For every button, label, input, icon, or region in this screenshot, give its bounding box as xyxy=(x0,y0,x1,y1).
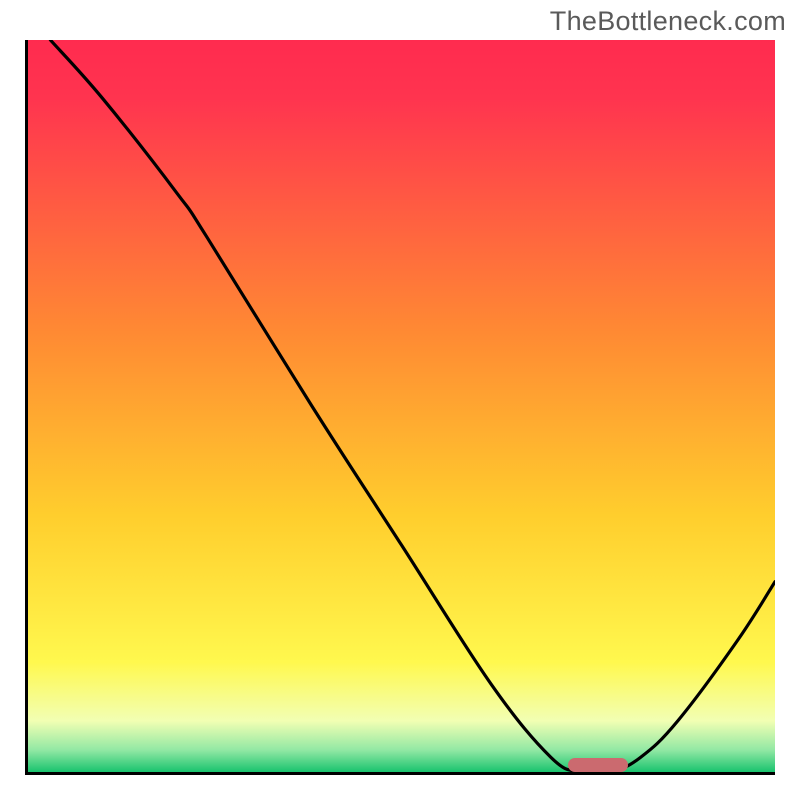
gradient-background xyxy=(28,40,775,772)
minimum-marker xyxy=(568,758,628,772)
watermark-text: TheBottleneck.com xyxy=(550,6,786,37)
chart-plot-area xyxy=(25,40,775,775)
chart-svg xyxy=(28,40,775,772)
